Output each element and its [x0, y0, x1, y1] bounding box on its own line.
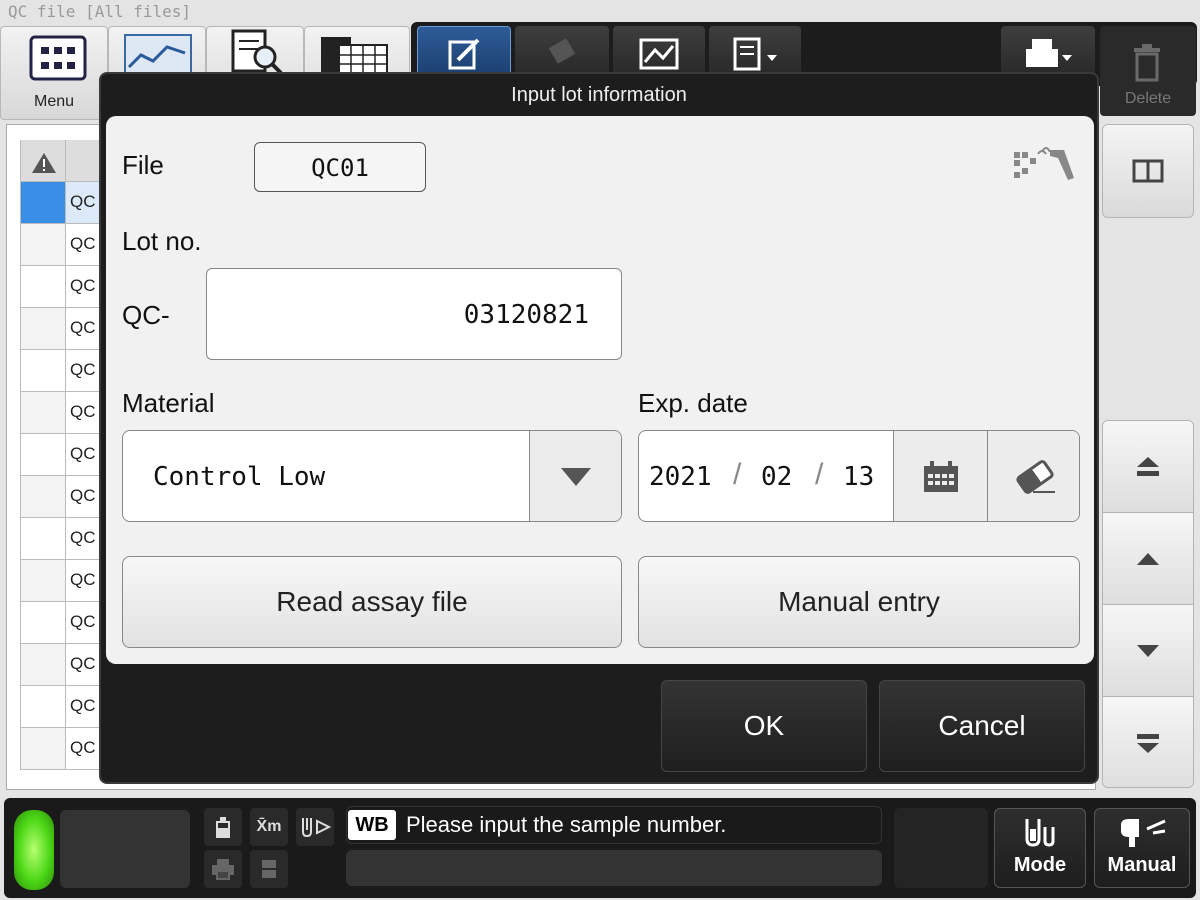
manual-label: Manual [1107, 854, 1177, 876]
chevron-down-icon [1137, 644, 1159, 657]
printer-icon [212, 859, 234, 880]
scroll-top-button[interactable] [1103, 421, 1193, 513]
delete-label: Delete [1124, 90, 1172, 107]
print-icon [1026, 39, 1072, 67]
exp-year[interactable]: 2021 [649, 431, 712, 521]
warning-icon [32, 153, 56, 173]
material-dropdown[interactable]: Control Low [122, 430, 622, 522]
exp-month[interactable]: 02 [761, 431, 792, 521]
double-chevron-up-icon [1137, 456, 1159, 476]
tubes-icon [1025, 819, 1055, 847]
menu-button[interactable]: Menu [0, 26, 108, 120]
report-settings-icon [733, 37, 777, 71]
lot-prefix: QC- [122, 300, 170, 330]
status-message-line2 [346, 850, 882, 886]
bottle-icon [216, 817, 230, 838]
ok-button[interactable]: OK [661, 680, 867, 772]
manual-entry-button[interactable]: Manual entry [638, 556, 1080, 648]
eraser-icon [548, 38, 576, 64]
document-search-icon [231, 29, 283, 75]
cancel-button[interactable]: Cancel [879, 680, 1085, 772]
xm-label: X̄m [256, 818, 282, 835]
server-icon [262, 860, 276, 878]
barcode-scanner-icon [1014, 147, 1074, 180]
exp-day[interactable]: 13 [843, 431, 874, 521]
graph-icon [639, 38, 679, 70]
xm-button[interactable]: X̄m [250, 808, 288, 846]
edit-icon [448, 38, 480, 70]
split-view-button[interactable] [1102, 124, 1194, 218]
clear-date-button[interactable] [987, 431, 1079, 521]
lot-label: Lot no. [122, 226, 202, 256]
exp-date-label: Exp. date [638, 388, 748, 418]
grid-icon [29, 35, 87, 81]
chevron-up-icon [1137, 552, 1159, 565]
material-dropdown-arrow[interactable] [529, 431, 621, 521]
material-label: Material [122, 388, 215, 418]
read-assay-file-button[interactable]: Read assay file [122, 556, 622, 648]
file-label: File [122, 150, 164, 180]
exp-date-field[interactable]: 2021 / 02 / 13 [638, 430, 1080, 522]
triangle-down-icon [560, 468, 591, 486]
scroll-controls [1102, 420, 1194, 788]
sample-tube-button[interactable] [296, 808, 334, 846]
input-lot-dialog: Input lot information File QC01 Lot no. … [99, 72, 1099, 784]
alert-column-header [20, 140, 66, 181]
status-bar: X̄m WB Please input the sample number. M… [4, 798, 1196, 898]
scroll-bottom-button[interactable] [1103, 697, 1193, 787]
chart-window-icon [124, 34, 192, 76]
window-title: QC file [All files] [8, 2, 192, 21]
delete-button[interactable]: Delete [1100, 26, 1196, 116]
storage-status [250, 850, 288, 888]
dialog-title: Input lot information [511, 84, 687, 106]
tube-play-icon [302, 818, 331, 838]
date-separator: / [733, 458, 742, 491]
split-view-icon [1132, 159, 1164, 183]
status-led [14, 810, 54, 890]
mode-label: Mode [1013, 854, 1067, 876]
scroll-down-button[interactable] [1103, 605, 1193, 697]
calendar-icon [923, 461, 958, 492]
dialog-body: File QC01 Lot no. QC- 03120821 Material … [106, 116, 1094, 664]
reagent-button[interactable] [204, 808, 242, 846]
table-icon [321, 37, 388, 74]
scroll-up-button[interactable] [1103, 513, 1193, 605]
status-message-line1 [346, 806, 882, 844]
printer-status [204, 850, 242, 888]
manual-sampler-icon [1121, 819, 1166, 847]
eraser-icon [1015, 460, 1055, 494]
file-value: QC01 [254, 142, 426, 192]
date-separator: / [815, 458, 824, 491]
manual-button[interactable]: Manual [1094, 808, 1190, 888]
menu-label: Menu [33, 93, 75, 110]
status-extra-display [894, 808, 988, 888]
trash-icon [1134, 44, 1160, 82]
double-chevron-down-icon [1137, 734, 1159, 753]
mode-button[interactable]: Mode [994, 808, 1086, 888]
calendar-button[interactable] [893, 431, 987, 521]
status-display [60, 810, 190, 888]
lot-number-input[interactable]: 03120821 [206, 268, 622, 360]
material-value: Control Low [153, 462, 326, 492]
